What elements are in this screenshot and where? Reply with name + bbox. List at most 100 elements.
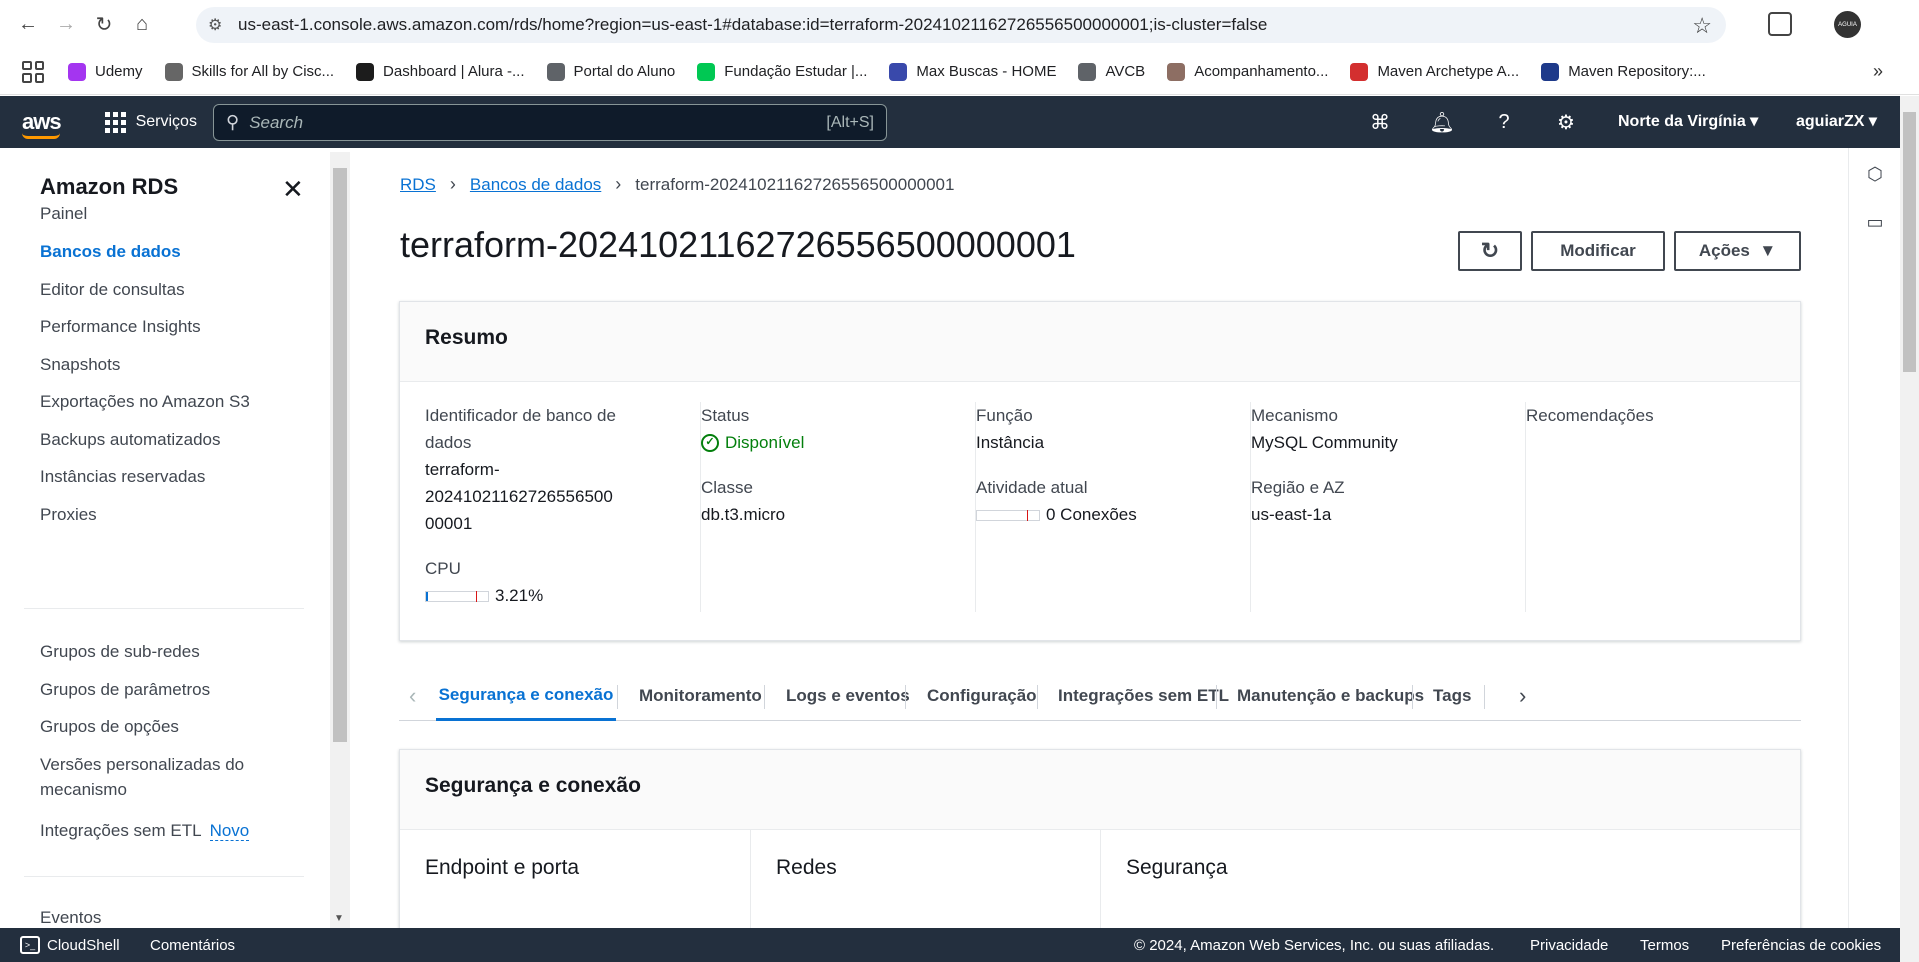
sidebar-item-custom-engine-versions[interactable]: Versões personalizadas do mecanismo (40, 755, 244, 800)
tutorial-icon[interactable]: ▭ (1863, 212, 1887, 236)
sidebar-item-events[interactable]: Eventos (40, 908, 101, 928)
scroll-down-icon[interactable]: ▼ (334, 913, 344, 924)
chevron-right-icon: › (449, 174, 456, 194)
bookmark-item[interactable]: Dashboard | Alura -... (356, 62, 525, 81)
sidebar-item[interactable]: Instâncias reservadas (40, 467, 205, 487)
sidebar-item-zero-etl[interactable]: Integrações sem ETL Novo (40, 821, 250, 841)
forward-icon[interactable]: → (52, 11, 80, 39)
comments-link[interactable]: Comentários (150, 937, 235, 954)
close-icon[interactable]: ✕ (282, 174, 304, 205)
terms-link[interactable]: Termos (1640, 937, 1689, 954)
sidebar-item[interactable]: Bancos de dados (40, 242, 181, 262)
url-text[interactable]: us-east-1.console.aws.amazon.com/rds/hom… (238, 15, 1267, 35)
back-icon[interactable]: ← (14, 11, 42, 39)
sidebar-item[interactable]: Proxies (40, 505, 97, 525)
sidebar-item-parameter-groups[interactable]: Grupos de parâmetros (40, 680, 210, 700)
address-bar[interactable]: ⚙ us-east-1.console.aws.amazon.com/rds/h… (196, 7, 1726, 43)
sidebar-item[interactable]: Snapshots (40, 355, 120, 375)
cisco-icon (164, 62, 183, 81)
activity-value: 0 Conexões (976, 501, 1250, 528)
reload-icon[interactable]: ↻ (90, 11, 118, 39)
sidebar-divider (24, 876, 304, 877)
summary-col-identifier: Identificador de banco de dados terraform… (425, 402, 700, 612)
bookmark-label: Max Buscas - HOME (916, 63, 1057, 80)
privacy-link[interactable]: Privacidade (1530, 937, 1608, 954)
breadcrumb-rds[interactable]: RDS (400, 175, 436, 195)
cloudshell-icon[interactable]: >_ (20, 936, 40, 954)
bookmark-star-icon[interactable]: ☆ (1692, 13, 1712, 39)
sidebar-item[interactable]: Editor de consultas (40, 280, 185, 300)
region-selector[interactable]: Norte da Virgínia ▾ (1618, 111, 1758, 131)
more-bookmarks-icon[interactable]: » (1873, 61, 1883, 82)
sidebar-item[interactable]: Backups automatizados (40, 430, 221, 450)
sidebar-item-option-groups[interactable]: Grupos de opções (40, 717, 179, 737)
sidebar-item-subnet-groups[interactable]: Grupos de sub-redes (40, 642, 200, 662)
udemy-icon (68, 62, 86, 81)
bookmark-item[interactable]: Skills for All by Cisc... (164, 62, 334, 81)
identifier-value: terraform- 20241021162726556500 00001 (425, 460, 613, 533)
breadcrumb-databases[interactable]: Bancos de dados (470, 175, 601, 195)
bookmark-item[interactable]: Udemy (68, 62, 143, 81)
summary-panel: Resumo Identificador de banco de dados te… (399, 301, 1801, 641)
profile-avatar[interactable]: AGUIA (1834, 11, 1861, 38)
cpu-value: 3.21% (425, 582, 700, 609)
tab-configuration[interactable]: Configuração (927, 671, 1037, 721)
sidebar-item[interactable]: Painel (40, 204, 87, 224)
connections-meter (976, 510, 1040, 522)
account-menu[interactable]: aguiarZX ▾ (1796, 111, 1877, 131)
identifier-label: Identificador de banco de dados (425, 406, 616, 452)
aws-logo[interactable]: aws (22, 109, 62, 139)
cpu-meter-threshold (476, 591, 477, 603)
gear-icon[interactable]: ⚙ (1554, 110, 1578, 134)
summary-header: Resumo (400, 302, 1800, 382)
tab-security-connection[interactable]: Segurança e conexão (436, 671, 616, 721)
actions-button[interactable]: Ações ▼ (1674, 231, 1801, 271)
extensions-icon[interactable] (1768, 12, 1792, 36)
sidebar-item-label: Versões personalizadas do (40, 755, 245, 774)
page-title: terraform-20241021162726556500000001 (400, 224, 1076, 265)
cloudshell-link[interactable]: CloudShell (47, 937, 120, 954)
tab-monitoring[interactable]: Monitoramento (639, 671, 762, 721)
tab-zero-etl[interactable]: Integrações sem ETL (1058, 671, 1229, 721)
bookmark-item[interactable]: Maven Archetype A... (1350, 62, 1519, 81)
search-placeholder: Search (249, 112, 304, 132)
page-scrollbar[interactable] (1900, 96, 1919, 962)
apps-grid-icon[interactable] (22, 60, 44, 83)
tab-maintenance-backups[interactable]: Manutenção e backups (1237, 671, 1424, 721)
site-info-icon[interactable]: ⚙ (208, 15, 238, 35)
bookmark-item[interactable]: Acompanhamento... (1167, 62, 1328, 81)
chevron-left-icon[interactable]: ‹ (409, 683, 416, 709)
tab-logs-events[interactable]: Logs e eventos (786, 671, 910, 721)
refresh-button[interactable]: ↻ (1458, 231, 1522, 271)
tab-divider (764, 685, 765, 709)
hexagon-info-icon[interactable]: ⬡ (1863, 164, 1887, 188)
sidebar-item[interactable]: Performance Insights (40, 317, 201, 337)
search-shortcut: [Alt+S] (826, 113, 874, 131)
bookmark-label: AVCB (1105, 63, 1146, 80)
bookmark-item[interactable]: Portal do Aluno (546, 62, 675, 81)
sidebar-scrollbar[interactable]: ▼ (330, 152, 350, 928)
aws-search-input[interactable]: ⚲ Search [Alt+S] (213, 104, 887, 141)
services-menu[interactable]: Serviços (104, 111, 197, 133)
chevron-right-icon[interactable]: › (1519, 683, 1526, 709)
bell-icon[interactable]: 🔔︎ (1429, 110, 1454, 134)
cookie-preferences-link[interactable]: Preferências de cookies (1721, 937, 1881, 954)
home-icon[interactable]: ⌂ (128, 11, 156, 39)
bookmark-item[interactable]: AVCB (1078, 62, 1146, 81)
tab-tags[interactable]: Tags (1433, 671, 1471, 721)
scrollbar-thumb[interactable] (1903, 112, 1916, 372)
bookmark-label: Fundação Estudar |... (724, 63, 868, 80)
bookmark-item[interactable]: Fundação Estudar |... (697, 62, 868, 81)
help-icon[interactable]: ? (1492, 110, 1516, 134)
bookmark-item[interactable]: Max Buscas - HOME (889, 62, 1057, 81)
sidebar-item[interactable]: Exportações no Amazon S3 (40, 392, 250, 412)
recommendations-label: Recomendações (1526, 406, 1654, 425)
refresh-icon: ↻ (1480, 238, 1500, 263)
modify-button[interactable]: Modificar (1531, 231, 1665, 271)
rds-sidebar: Amazon RDS ✕ Painel Bancos de dados Editor… (0, 148, 330, 928)
bookmarks-bar: Udemy Skills for All by Cisc... Dashboard … (0, 49, 1919, 95)
scrollbar-thumb[interactable] (333, 168, 347, 742)
bookmark-item[interactable]: Maven Repository:... (1541, 62, 1706, 81)
school-icon (1167, 62, 1186, 81)
cloudshell-icon[interactable]: ⌘ (1368, 110, 1392, 134)
